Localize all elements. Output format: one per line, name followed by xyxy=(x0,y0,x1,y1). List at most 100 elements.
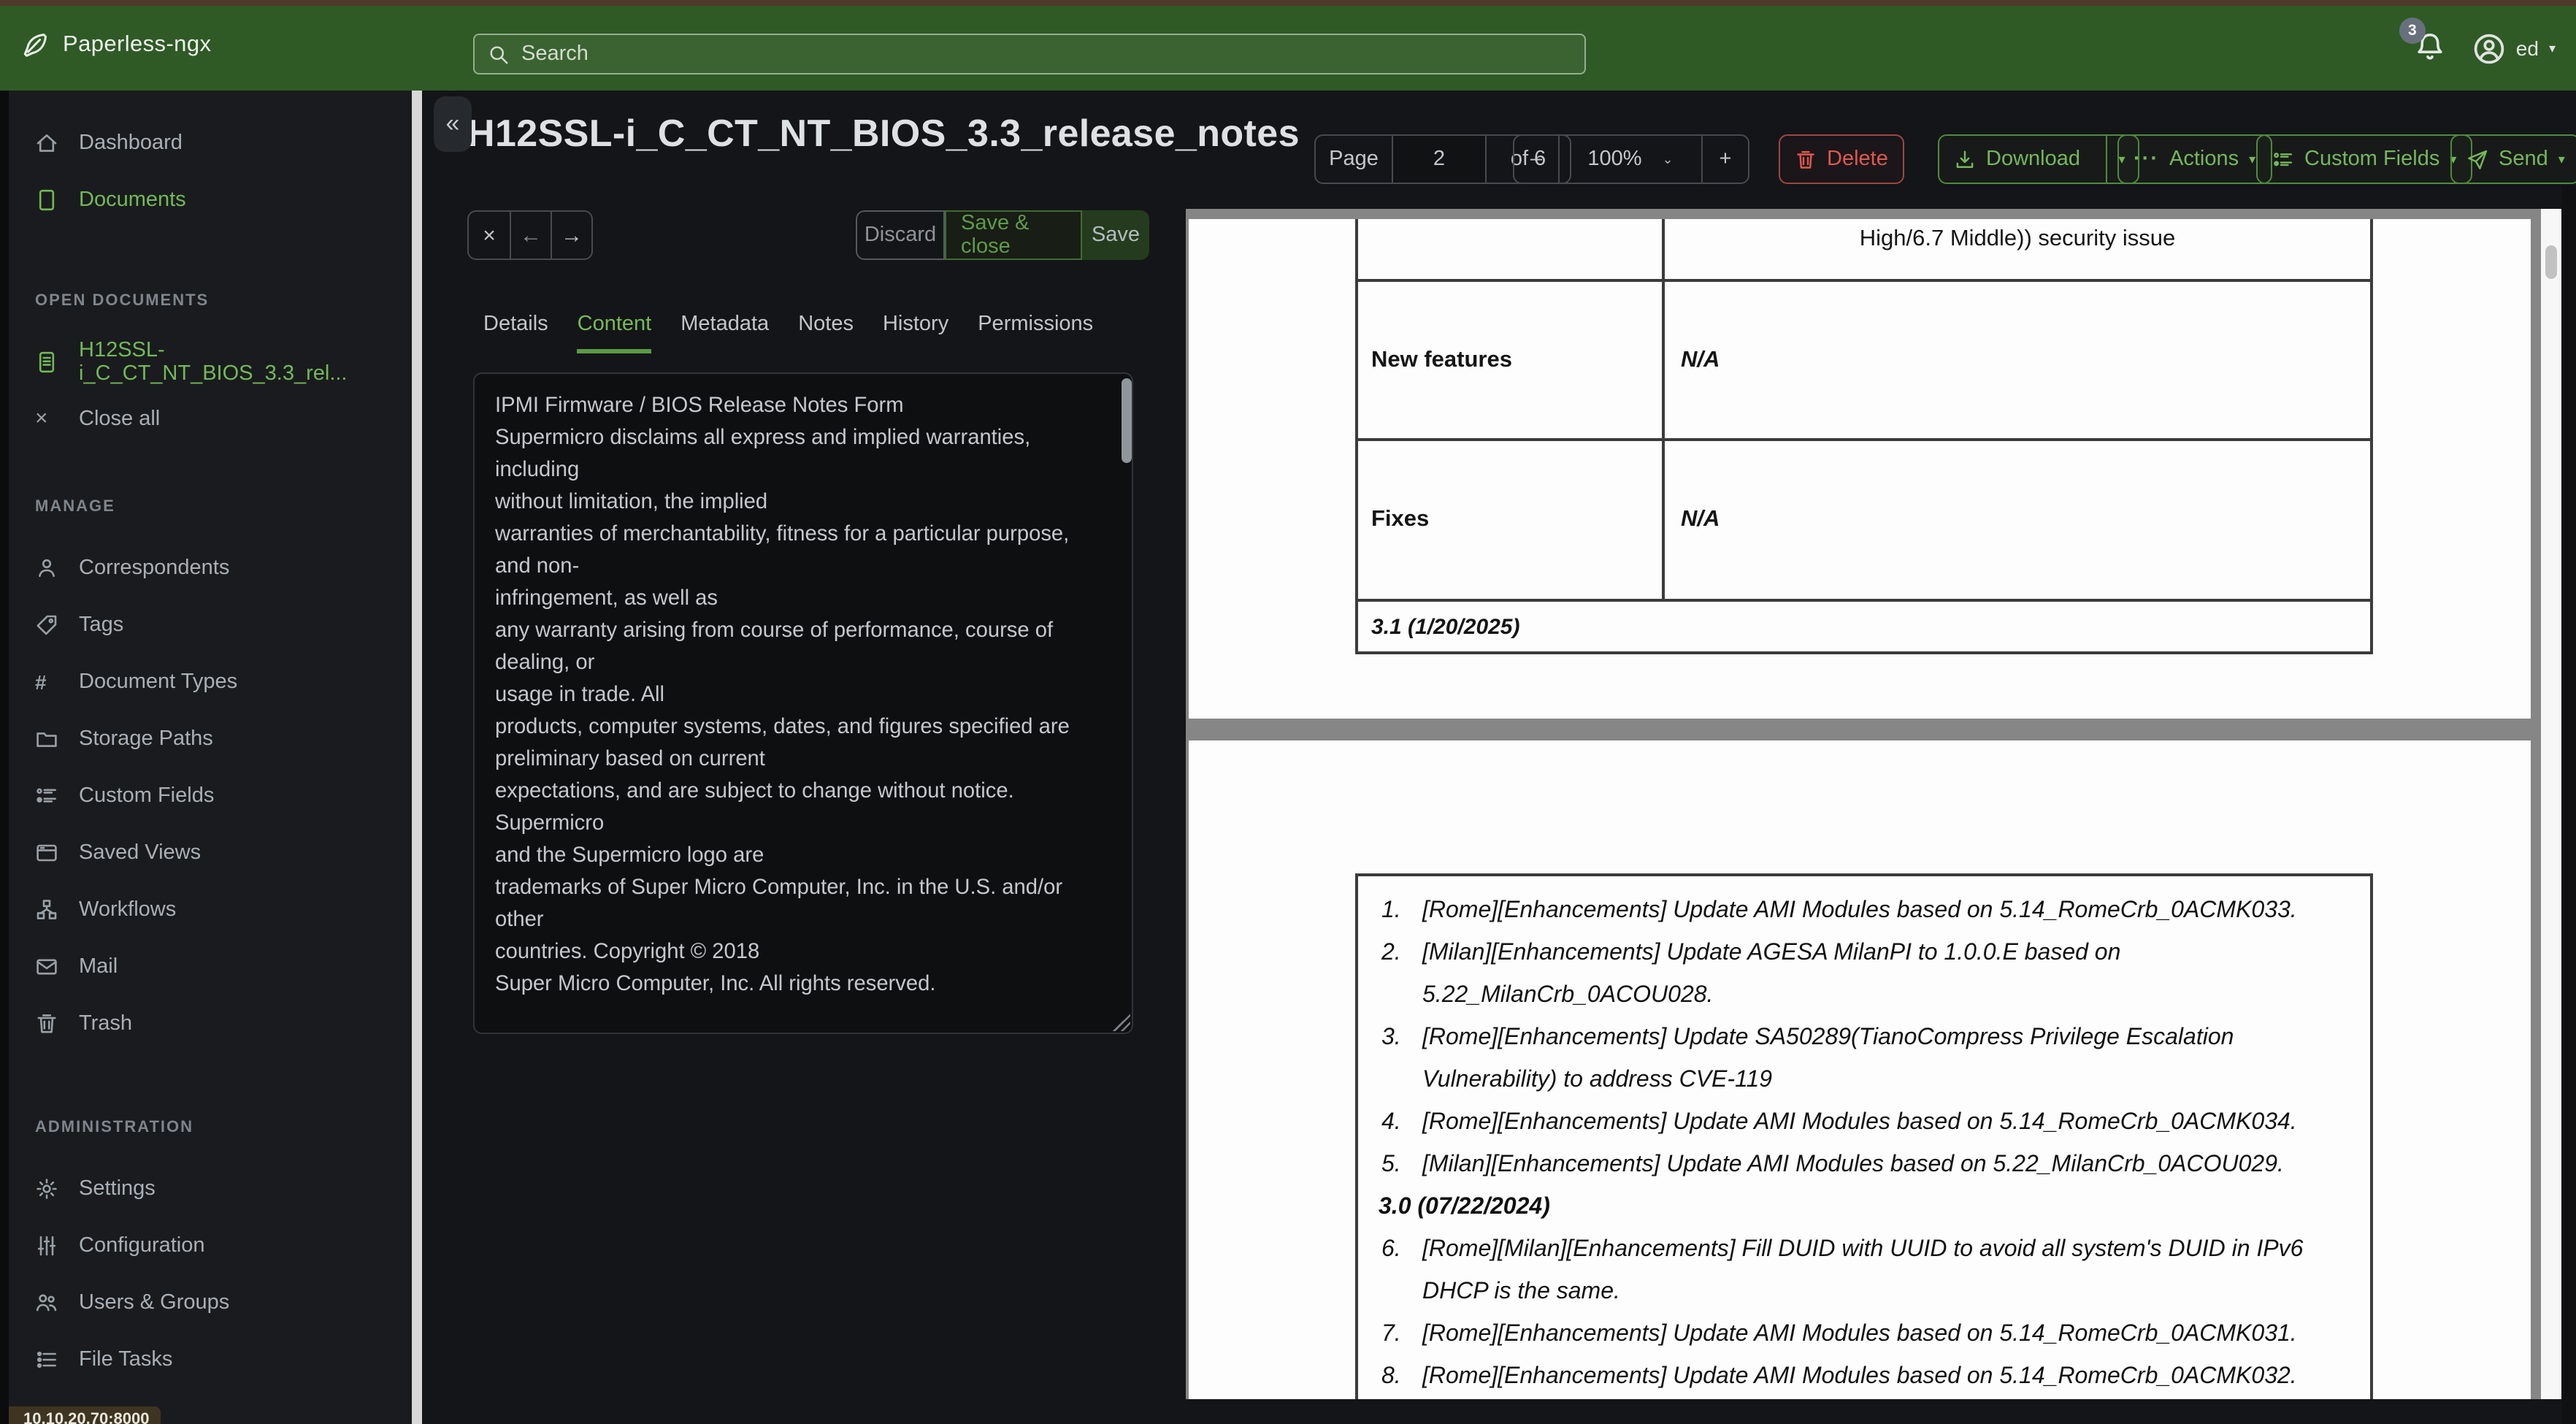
sidebar-item-mail[interactable]: Mail xyxy=(9,938,412,995)
download-split-button: Download ▾ xyxy=(1938,134,2139,184)
sidebar-item-close-all[interactable]: × Close all xyxy=(9,390,412,447)
sidebar-item-trash[interactable]: Trash xyxy=(9,995,412,1052)
sidebar-item-saved-views[interactable]: Saved Views xyxy=(9,824,412,881)
sidebar-item-label: Document Types xyxy=(79,670,238,693)
document-title: H12SSL-i_C_CT_NT_BIOS_3.3_release_notes xyxy=(467,111,1300,155)
send-button[interactable]: Send ▾ xyxy=(2450,134,2576,184)
preview-scrollbar[interactable] xyxy=(2541,209,2561,1399)
envelope-icon xyxy=(35,954,58,978)
delete-button[interactable]: Delete xyxy=(1779,134,1904,184)
sidebar-item-file-tasks[interactable]: File Tasks xyxy=(9,1331,412,1387)
ui-list-icon xyxy=(2272,148,2294,170)
sidebar-item-label: Custom Fields xyxy=(79,784,215,807)
list-item: 3. [Rome][Enhancements] Update SA50289(Ti… xyxy=(1358,1017,2370,1101)
download-button[interactable]: Download xyxy=(1939,136,2095,183)
home-icon xyxy=(35,131,58,154)
app-brand[interactable]: Paperless-ngx xyxy=(20,31,211,60)
custom-fields-button[interactable]: Custom Fields ▾ xyxy=(2256,134,2473,184)
list-item-number: 8. xyxy=(1381,1364,1401,1389)
close-document-button[interactable]: × xyxy=(469,212,510,259)
sidebar-collapse-button[interactable]: « xyxy=(434,96,472,152)
tab-metadata[interactable]: Metadata xyxy=(681,313,769,353)
list-item: 9.[Rome][Milan][Enhancements] For UsbBus… xyxy=(1358,1398,2370,1399)
user-avatar-icon xyxy=(2472,31,2506,65)
sidebar-item-documents[interactable]: Documents xyxy=(9,171,412,228)
send-icon xyxy=(2466,148,2488,170)
tab-details[interactable]: Details xyxy=(483,313,548,353)
status-bar-link-tooltip: 10.10.20.70:8000 xyxy=(9,1406,161,1424)
sidebar-item-workflows[interactable]: Workflows xyxy=(9,881,412,938)
content-scrollbar-thumb[interactable] xyxy=(1122,378,1132,463)
previous-document-button[interactable]: ← xyxy=(510,212,551,259)
search-input[interactable]: Search xyxy=(473,34,1586,74)
notification-badge: 3 xyxy=(2399,18,2426,44)
manage-header: MANAGE xyxy=(35,498,115,516)
zoom-in-button[interactable]: + xyxy=(1701,136,1748,183)
app-header: Paperless-ngx Search 3 ed ▾ xyxy=(0,6,2576,91)
sidebar-item-label: Users & Groups xyxy=(79,1290,230,1314)
sidebar-item-label: Correspondents xyxy=(79,556,230,579)
discard-button[interactable]: Discard xyxy=(856,210,945,260)
zoom-control-group: – 100% ⌄ + xyxy=(1513,134,1749,184)
sidebar-item-storage-paths[interactable]: Storage Paths xyxy=(9,710,412,767)
sidebar-item-tags[interactable]: Tags xyxy=(9,596,412,653)
content-textarea[interactable]: IPMI Firmware / BIOS Release Notes Form … xyxy=(473,372,1133,1034)
sidebar-item-dashboard[interactable]: Dashboard xyxy=(9,114,412,171)
sidebar-scrollbar[interactable] xyxy=(412,91,422,1424)
tab-permissions[interactable]: Permissions xyxy=(978,313,1093,353)
version-heading: 3.0 (07/22/2024) xyxy=(1379,1195,1550,1220)
search-icon xyxy=(488,43,510,65)
tag-icon xyxy=(35,613,58,636)
list-item: 5. [Milan][Enhancements] Update AMI Modul… xyxy=(1358,1144,2370,1186)
list-check-icon xyxy=(35,1347,58,1371)
administration-header: ADMINISTRATION xyxy=(35,1119,194,1136)
hash-icon: # xyxy=(35,670,47,693)
sidebar-item-label: Settings xyxy=(79,1176,156,1200)
sidebar-item-settings[interactable]: Settings xyxy=(9,1160,412,1217)
list-item-number: 5. xyxy=(1381,1152,1401,1177)
actions-button[interactable]: ··· Actions ▾ xyxy=(2117,134,2272,184)
sidebar-item-correspondents[interactable]: Correspondents xyxy=(9,539,412,596)
app-window: Paperless-ngx Search 3 ed ▾ Dashboard Do… xyxy=(0,0,2576,1424)
sidebar-item-open-document[interactable]: H12SSL-i_C_CT_NT_BIOS_3.3_rel... xyxy=(9,333,412,390)
username: ed xyxy=(2515,37,2539,60)
list-item-text: [Rome][Enhancements] Update AMI Modules … xyxy=(1422,898,2297,923)
person-icon xyxy=(35,556,58,579)
list-item-text: [Rome][Enhancements] Update AMI Modules … xyxy=(1422,1364,2297,1389)
save-button[interactable]: Save xyxy=(1082,210,1149,260)
next-document-button[interactable]: → xyxy=(551,212,591,259)
paperless-logo-icon xyxy=(20,31,50,60)
pdf-page-2: 1. [Rome][Enhancements] Update AMI Module… xyxy=(1189,740,2531,1399)
content-resize-handle[interactable] xyxy=(1113,1014,1130,1031)
zoom-out-button[interactable]: – xyxy=(1514,136,1558,183)
sidebar-item-label: Documents xyxy=(79,188,186,211)
file-icon xyxy=(35,188,58,211)
close-icon: × xyxy=(35,406,48,431)
delete-button-label: Delete xyxy=(1827,148,1888,171)
custom-fields-button-label: Custom Fields xyxy=(2304,148,2440,171)
tab-history[interactable]: History xyxy=(883,313,948,353)
table-row: High/6.7 Middle)) security issue xyxy=(1355,219,2373,282)
user-menu[interactable]: ed ▾ xyxy=(2472,31,2556,65)
sidebar-item-configuration[interactable]: Configuration xyxy=(9,1217,412,1274)
save-and-close-button[interactable]: Save & close xyxy=(945,210,1082,260)
table-cell: N/A xyxy=(1681,347,1720,372)
list-item-number: 1. xyxy=(1381,898,1401,923)
sidebar-item-document-types[interactable]: # Document Types xyxy=(9,653,412,710)
list-item: 7. [Rome][Enhancements] Update AMI Module… xyxy=(1358,1313,2370,1355)
zoom-level-select[interactable]: 100% ⌄ xyxy=(1558,136,1701,183)
sidebar: Dashboard Documents OPEN DOCUMENTS H12SS… xyxy=(9,91,412,1424)
table-cell: N/A xyxy=(1681,507,1720,532)
zoom-level-value: 100% xyxy=(1587,148,1642,171)
tab-content[interactable]: Content xyxy=(577,313,652,353)
notifications-button[interactable]: 3 xyxy=(2399,18,2449,67)
list-item-text: [Rome][Milan][Enhancements] Fill DUID wi… xyxy=(1422,1237,2304,1304)
tab-notes[interactable]: Notes xyxy=(798,313,854,353)
sidebar-item-users-groups[interactable]: Users & Groups xyxy=(9,1274,412,1331)
list-item-number: 7. xyxy=(1381,1322,1401,1347)
sidebar-item-label: Trash xyxy=(79,1011,133,1035)
list-item-text: [Milan][Enhancements] Update AGESA Milan… xyxy=(1422,941,2121,1008)
preview-scrollbar-thumb[interactable] xyxy=(2545,245,2557,279)
sidebar-item-custom-fields[interactable]: Custom Fields xyxy=(9,767,412,824)
page-number-input[interactable]: 2 xyxy=(1392,136,1485,183)
